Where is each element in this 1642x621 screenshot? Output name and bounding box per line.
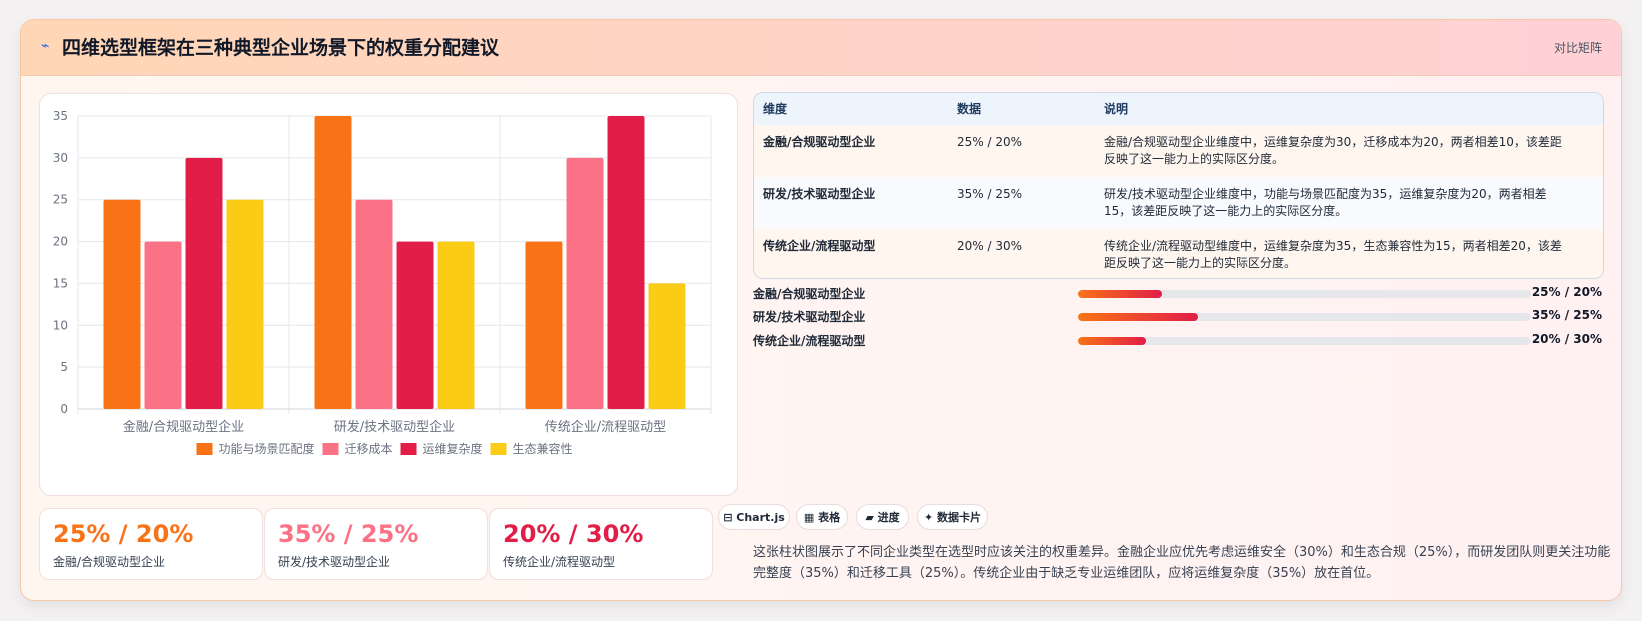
progress-track: [1078, 313, 1531, 321]
progress-track: [1078, 290, 1531, 298]
progress-row-finance: 金融/合规驱动型企业 25% / 20%: [753, 285, 1602, 301]
progress-row-traditional: 传统企业/流程驱动型 20% / 30%: [753, 332, 1602, 348]
bar: [607, 116, 645, 409]
progress-fill: [1078, 337, 1146, 345]
y-tick-label: 5: [60, 360, 68, 374]
cell-description: 传统企业/流程驱动型维度中，运维复杂度为35，生态兼容性为15，两者相差20，该…: [1104, 239, 1562, 270]
chart-description: 这张柱状图展示了不同企业类型在选型时应该关注的权重差异。金融企业应优先考虑运维安…: [753, 545, 1611, 581]
legend-swatch: [490, 443, 507, 455]
tab-label: 表格: [818, 511, 841, 524]
progress-row-rnd: 研发/技术驱动型企业 35% / 25%: [753, 308, 1602, 324]
column-header-data: 数据: [957, 102, 982, 116]
x-tick-label: 金融/合规驱动型企业: [123, 419, 244, 435]
header-tag: 对比矩阵: [1553, 41, 1602, 55]
table-row: 金融/合规驱动型企业 25% / 20% 金融/合规驱动型企业维度中，运维复杂度…: [754, 125, 1603, 178]
kpi-card-rnd: 35% / 25% 研发/技术驱动型企业: [264, 508, 488, 580]
table-icon: ▦: [803, 511, 815, 524]
y-tick-label: 0: [60, 402, 68, 416]
tab-label: 数据卡片: [937, 511, 982, 524]
kpi-label: 金融/合规驱动型企业: [53, 555, 166, 569]
cell-data: 35% / 25%: [957, 187, 1023, 201]
legend-label: 生态兼容性: [513, 441, 573, 456]
bar: [185, 157, 223, 409]
tab-progress[interactable]: ▰ 进度: [856, 504, 909, 530]
data-table: 维度 数据 说明 金融/合规驱动型企业 25% / 20% 金融/合规驱动型企业…: [753, 92, 1604, 279]
tab-table[interactable]: ▦ 表格: [796, 504, 848, 530]
tab-chartjs[interactable]: ⊟ Chart.js: [718, 504, 790, 530]
bar: [144, 241, 182, 409]
column-header-dimension: 维度: [763, 102, 788, 116]
progress-track: [1078, 337, 1531, 345]
bar: [355, 199, 393, 409]
progress-value: 25% / 20%: [1531, 285, 1602, 299]
bar: [226, 199, 264, 409]
progress-value: 20% / 30%: [1531, 332, 1602, 346]
kpi-card-traditional: 20% / 30% 传统企业/流程驱动型: [489, 508, 713, 580]
kpi-value: 25% / 20%: [53, 520, 194, 548]
bar: [437, 241, 475, 409]
column-header-description: 说明: [1104, 102, 1129, 116]
progress-fill: [1078, 290, 1162, 298]
cell-dimension: 金融/合规驱动型企业: [763, 135, 876, 149]
y-tick-label: 10: [53, 318, 68, 332]
bar: [103, 199, 141, 409]
progress-label: 传统企业/流程驱动型: [753, 334, 866, 348]
legend-swatch: [400, 443, 417, 455]
progress-fill: [1078, 313, 1199, 321]
chart-icon: ⊟: [723, 511, 733, 524]
y-tick-label: 25: [53, 193, 68, 207]
cell-description: 金融/合规驱动型企业维度中，运维复杂度为30，迁移成本为20，两者相差10，该差…: [1104, 135, 1562, 166]
table-row: 传统企业/流程驱动型 20% / 30% 传统企业/流程驱动型维度中，运维复杂度…: [754, 229, 1603, 278]
kpi-label: 传统企业/流程驱动型: [503, 555, 616, 569]
x-tick-label: 研发/技术驱动型企业: [334, 419, 455, 435]
cell-dimension: 研发/技术驱动型企业: [763, 187, 876, 201]
kpi-card-finance: 25% / 20% 金融/合规驱动型企业: [39, 508, 263, 580]
bar: [314, 116, 352, 409]
bar-chart-panel: 0 5 10 15 20 25 30 35 金融/合规驱动型企业 研发/技术驱动型企业 传统企业/流…: [39, 93, 738, 496]
legend-swatch: [196, 443, 213, 455]
progress-icon: ▰: [865, 511, 874, 524]
progress-label: 金融/合规驱动型企业: [753, 287, 866, 301]
kpi-label: 研发/技术驱动型企业: [278, 555, 391, 569]
kpi-value: 20% / 30%: [503, 520, 644, 548]
tab-data-cards[interactable]: ✦ 数据卡片: [917, 504, 988, 530]
cell-data: 25% / 20%: [957, 135, 1023, 149]
bar: [396, 241, 434, 409]
sparkle-icon: ✦: [923, 511, 934, 524]
table-header: 维度 数据 说明: [754, 93, 1603, 126]
page-title: 四维选型框架在三种典型企业场景下的权重分配建议: [62, 37, 500, 59]
table-row: 研发/技术驱动型企业 35% / 25% 研发/技术驱动型企业维度中，功能与场景…: [754, 177, 1603, 230]
y-tick-label: 15: [53, 276, 68, 290]
cell-dimension: 传统企业/流程驱动型: [763, 239, 876, 253]
y-tick-label: 30: [53, 151, 68, 165]
cell-description: 研发/技术驱动型企业维度中，功能与场景匹配度为35，运维复杂度为20，两者相差1…: [1104, 187, 1547, 218]
card-header: ⌁ 四维选型框架在三种典型企业场景下的权重分配建议 对比矩阵: [21, 20, 1621, 76]
tab-label: 进度: [877, 511, 900, 524]
progress-label: 研发/技术驱动型企业: [753, 310, 866, 324]
kpi-value: 35% / 25%: [278, 520, 419, 548]
progress-value: 35% / 25%: [1531, 308, 1602, 322]
legend-label: 功能与场景匹配度: [219, 441, 315, 456]
legend-swatch: [322, 443, 339, 455]
tab-label: Chart.js: [736, 511, 785, 524]
comparison-card: ⌁ 四维选型框架在三种典型企业场景下的权重分配建议 对比矩阵 0 5 10 15 20 2…: [20, 19, 1622, 601]
x-tick-label: 传统企业/流程驱动型: [545, 419, 666, 435]
lightning-icon: ⌁: [41, 38, 50, 54]
legend-label: 运维复杂度: [423, 441, 483, 456]
cell-data: 20% / 30%: [957, 239, 1023, 253]
y-tick-label: 20: [53, 235, 68, 249]
legend-label: 迁移成本: [345, 442, 393, 456]
bar-chart: 0 5 10 15 20 25 30 35 金融/合规驱动型企业 研发/技术驱动型企业 传统企业/流…: [53, 109, 712, 456]
bar: [525, 241, 563, 409]
bar: [648, 283, 686, 409]
y-tick-label: 35: [53, 109, 68, 123]
bar: [566, 157, 604, 409]
